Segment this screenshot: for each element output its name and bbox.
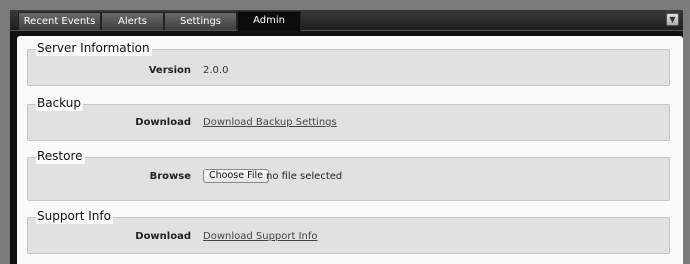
tab-settings[interactable]: Settings: [164, 12, 237, 30]
tab-alerts[interactable]: Alerts: [101, 12, 164, 30]
tab-recent-events[interactable]: Recent Events: [18, 12, 101, 30]
browse-label: Browse: [149, 171, 191, 182]
chevron-down-icon[interactable]: ▼: [666, 13, 679, 26]
tab-admin[interactable]: Admin: [237, 11, 301, 31]
file-status-text: no file selected: [266, 171, 343, 182]
restore-title: Restore: [36, 149, 85, 164]
support-info-title: Support Info: [36, 209, 113, 224]
version-value: 2.0.0: [203, 65, 229, 76]
choose-file-button[interactable]: Choose File: [203, 169, 269, 183]
tab-bar: Recent Events Alerts Settings Admin ▼: [10, 10, 683, 31]
download-backup-settings-link[interactable]: Download Backup Settings: [203, 117, 337, 128]
backup-title: Backup: [36, 96, 83, 111]
support-info-section: Support Info Download Download Support I…: [27, 209, 670, 254]
support-download-label: Download: [135, 231, 191, 242]
backup-section: Backup Download Download Backup Settings: [27, 96, 670, 141]
restore-section: Restore Browse Choose File no file selec…: [27, 149, 670, 201]
admin-panel: Server Information Version 2.0.0 Backup …: [17, 36, 683, 264]
download-support-info-link[interactable]: Download Support Info: [203, 231, 318, 242]
version-label: Version: [148, 65, 191, 76]
admin-window: Recent Events Alerts Settings Admin ▼ Se…: [10, 10, 683, 264]
backup-download-label: Download: [135, 117, 191, 128]
server-information-section: Server Information Version 2.0.0: [27, 41, 670, 86]
server-information-title: Server Information: [36, 41, 152, 56]
